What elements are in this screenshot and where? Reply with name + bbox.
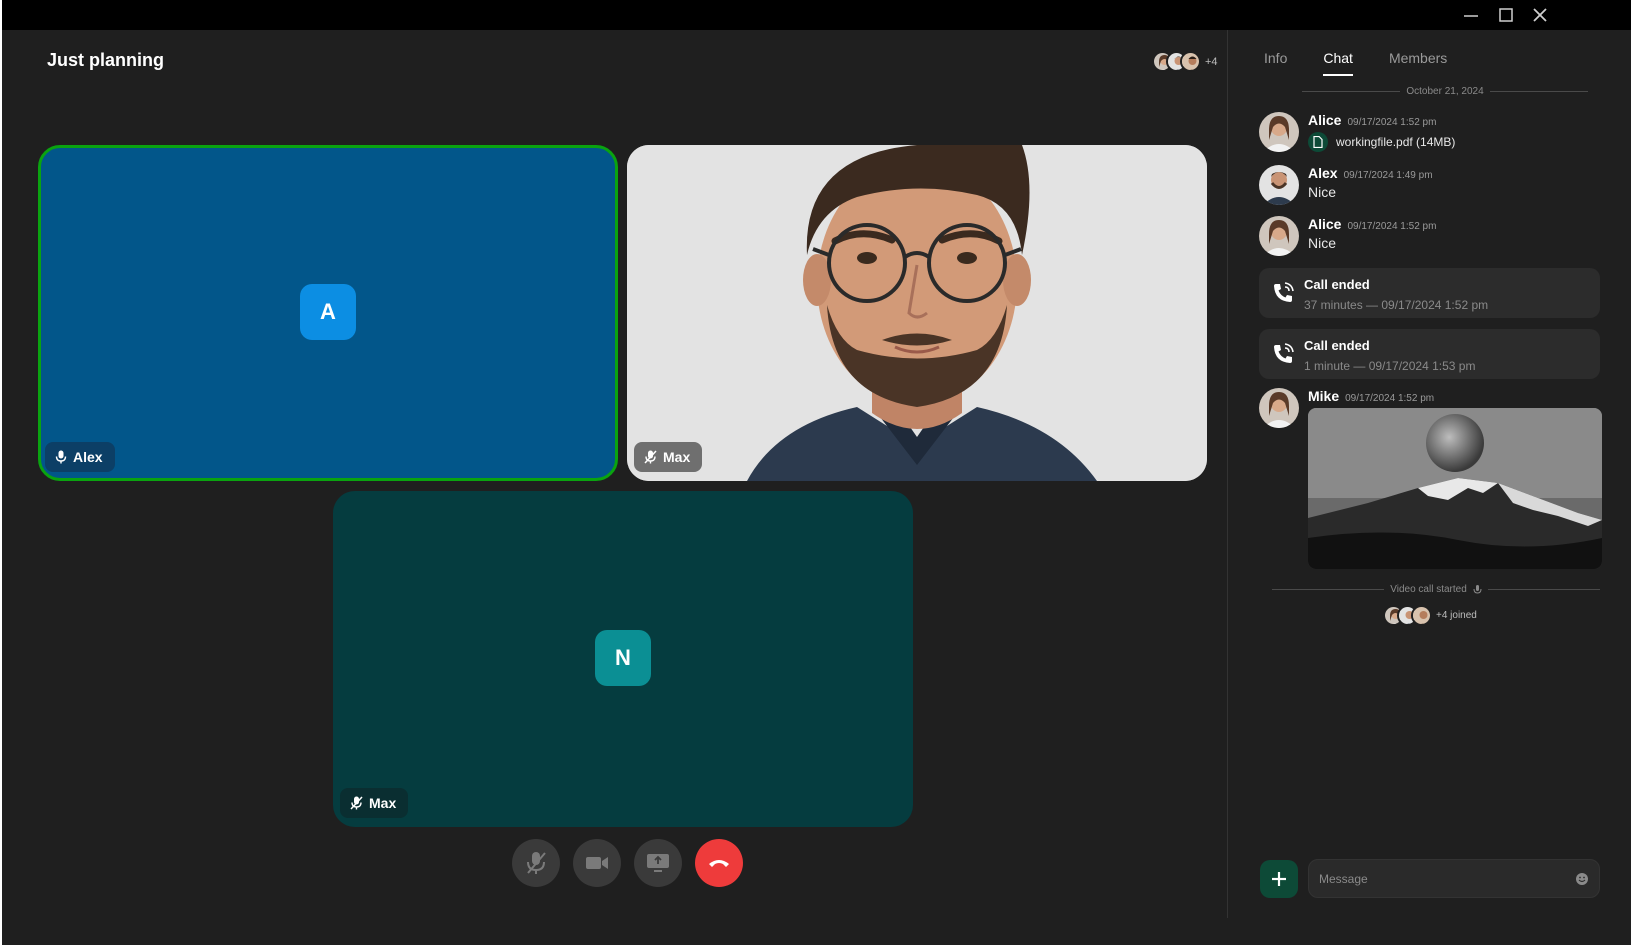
participant-name: Max <box>663 449 691 465</box>
video-feed <box>627 145 1207 481</box>
panel-divider <box>1227 30 1228 918</box>
call-ended-card[interactable]: Call ended 1 minute — 09/17/2024 1:53 pm <box>1259 329 1600 379</box>
share-screen-button[interactable] <box>634 839 682 887</box>
participant-name: Alex <box>73 449 103 465</box>
title-bar <box>2 0 1631 30</box>
tab-chat[interactable]: Chat <box>1323 50 1353 76</box>
video-call-started-label: Video call started <box>1390 584 1467 595</box>
avatar <box>1180 51 1201 72</box>
mountain-photo <box>1308 408 1602 569</box>
phone-hangup-icon <box>709 860 729 867</box>
call-ended-card[interactable]: Call ended 37 minutes — 09/17/2024 1:52 … <box>1259 268 1600 318</box>
minimize-button[interactable] <box>1457 4 1485 26</box>
call-title: Just planning <box>47 50 164 70</box>
message-time: 09/17/2024 1:52 pm <box>1347 117 1437 128</box>
call-event-subtitle: 1 minute — 09/17/2024 1:53 pm <box>1304 359 1476 373</box>
sidebar-tabs: Info Chat Members <box>1264 50 1483 76</box>
participant-tile-n[interactable]: N Max <box>333 491 913 827</box>
video-call-started-separator: Video call started <box>1272 584 1600 595</box>
mic-icon <box>1473 584 1482 594</box>
call-event-title: Call ended <box>1304 277 1370 292</box>
message-author[interactable]: Mike <box>1308 388 1339 404</box>
participants-extra-count: +4 <box>1205 55 1218 68</box>
emoji-icon[interactable] <box>1575 872 1589 886</box>
avatar <box>1259 165 1299 205</box>
maximize-button[interactable] <box>1492 4 1520 26</box>
date-separator: October 21, 2024 <box>1302 86 1588 97</box>
screen-share-icon <box>647 854 669 872</box>
message-composer <box>1308 859 1600 898</box>
avatar <box>1259 388 1299 428</box>
file-name: workingfile.pdf (14MB) <box>1336 135 1456 149</box>
date-separator-label: October 21, 2024 <box>1406 86 1484 97</box>
chat-message: Alice 09/17/2024 1:52 pm workingfile.pdf … <box>1259 112 1455 152</box>
message-time: 09/17/2024 1:49 pm <box>1343 170 1433 181</box>
joined-participants[interactable]: +4 joined <box>1383 605 1477 626</box>
video-icon <box>586 857 608 869</box>
plus-icon <box>1272 872 1286 886</box>
avatar <box>1259 216 1299 256</box>
mic-off-icon <box>644 450 657 464</box>
phone-call-icon <box>1274 343 1294 363</box>
message-author[interactable]: Alex <box>1308 165 1338 181</box>
message-text: Nice <box>1308 235 1337 251</box>
avatar <box>1411 605 1432 626</box>
avatar: N <box>595 630 651 686</box>
add-attachment-button[interactable] <box>1260 860 1298 898</box>
participant-name: Max <box>369 795 397 811</box>
call-event-title: Call ended <box>1304 338 1370 353</box>
minimize-icon <box>1464 15 1478 17</box>
tab-info[interactable]: Info <box>1264 50 1287 76</box>
end-call-button[interactable] <box>695 839 743 887</box>
image-attachment[interactable] <box>1308 408 1602 569</box>
message-time: 09/17/2024 1:52 pm <box>1345 393 1435 404</box>
joined-text: +4 joined <box>1436 610 1477 621</box>
avatar <box>1259 112 1299 152</box>
avatar: A <box>300 284 356 340</box>
participant-tile-alex[interactable]: A Alex <box>38 145 618 481</box>
camera-button[interactable] <box>573 839 621 887</box>
mute-mic-button[interactable] <box>512 839 560 887</box>
mic-icon <box>55 450 67 464</box>
mic-off-icon <box>350 796 363 810</box>
file-icon <box>1308 132 1328 152</box>
app-window: Just planning +4 A Alex Max N Max Info C… <box>2 0 1631 945</box>
file-attachment[interactable]: workingfile.pdf (14MB) <box>1308 132 1455 152</box>
participant-name-tag: Alex <box>45 442 115 472</box>
tab-members[interactable]: Members <box>1389 50 1447 76</box>
message-time: 09/17/2024 1:52 pm <box>1347 221 1437 232</box>
message-input[interactable] <box>1319 871 1575 886</box>
message-author[interactable]: Alice <box>1308 216 1341 232</box>
maximize-icon <box>1499 8 1513 22</box>
message-text: Nice <box>1308 184 1337 200</box>
call-controls <box>512 839 743 887</box>
chat-message: Mike 09/17/2024 1:52 pm <box>1259 388 1602 569</box>
message-author[interactable]: Alice <box>1308 112 1341 128</box>
participant-name-tag: Max <box>634 442 703 472</box>
participant-name-tag: Max <box>340 788 409 818</box>
call-event-subtitle: 37 minutes — 09/17/2024 1:52 pm <box>1304 298 1489 312</box>
phone-call-icon <box>1274 282 1294 302</box>
close-button[interactable] <box>1526 4 1554 26</box>
participants-stack[interactable]: +4 <box>1152 51 1218 72</box>
chat-message: Alice 09/17/2024 1:52 pm Nice <box>1259 216 1436 256</box>
participant-tile-max-video[interactable]: Max <box>627 145 1207 481</box>
close-icon <box>1533 8 1547 22</box>
chat-message: Alex 09/17/2024 1:49 pm Nice <box>1259 165 1433 205</box>
mic-off-icon <box>527 852 546 874</box>
